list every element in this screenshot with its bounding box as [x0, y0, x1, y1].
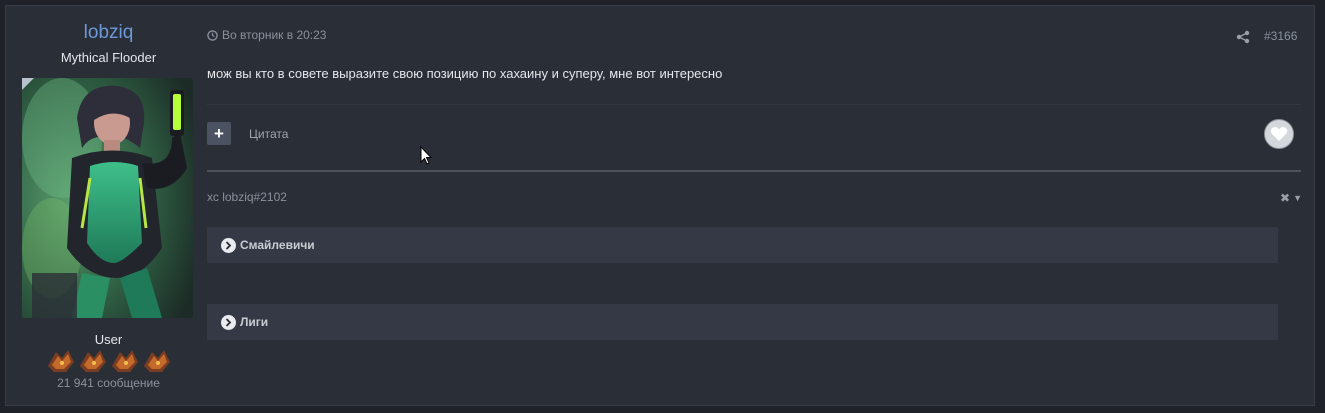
rank-badge-icon [112, 350, 138, 372]
chevron-down-icon[interactable]: ▼ [1293, 193, 1302, 203]
spoiler-toggle-button[interactable]: Лиги [221, 314, 269, 330]
spoiler-label: Лиги [240, 315, 269, 329]
message-count[interactable]: 21 941 сообщение [6, 376, 211, 390]
user-role: User [94, 332, 123, 347]
rank-badge-icon [144, 350, 170, 372]
share-icon[interactable] [1236, 30, 1250, 44]
chevron-right-icon [221, 237, 236, 253]
chevron-right-icon [221, 314, 236, 330]
spoiler-toggle-button[interactable]: Смайлевичи [221, 237, 315, 253]
post-body: Во вторник в 20:23 #3166 мож вы кто в со… [206, 6, 1316, 405]
post-date-link[interactable]: Во вторник в 20:23 [207, 28, 326, 42]
signature-controls[interactable]: ✖ ▼ [1280, 191, 1302, 205]
like-button[interactable] [1264, 119, 1294, 149]
forum-post: lobziq Mythical Flooder User 21 941 сооб… [5, 5, 1315, 406]
rank-badge-icon [80, 350, 106, 372]
rank-badge-icon [48, 350, 74, 372]
close-icon[interactable]: ✖ [1280, 191, 1290, 205]
spoiler-label: Смайлевичи [240, 238, 315, 252]
clock-icon [207, 29, 218, 41]
mouse-cursor-icon [420, 146, 432, 165]
divider [207, 104, 1301, 105]
user-title: Mythical Flooder [60, 50, 157, 65]
quote-button[interactable]: Цитата [249, 127, 288, 141]
signature-divider [207, 170, 1301, 172]
rank-badges [46, 348, 172, 374]
multi-quote-button[interactable]: + [207, 122, 231, 145]
spoiler-block: Лиги [207, 304, 1278, 340]
username-link[interactable]: lobziq [6, 22, 211, 44]
post-message: мож вы кто в совете выразите свою позици… [207, 66, 723, 81]
post-date: Во вторник в 20:23 [222, 28, 327, 42]
signature-title: хс lobziq#2102 [207, 190, 287, 204]
heart-icon [1270, 127, 1288, 141]
online-indicator [22, 78, 34, 90]
avatar[interactable] [22, 78, 193, 318]
spoiler-block: Смайлевичи [207, 227, 1278, 263]
post-author-panel: lobziq Mythical Flooder User 21 941 сооб… [6, 6, 211, 405]
post-number-link[interactable]: #3166 [1264, 29, 1297, 43]
